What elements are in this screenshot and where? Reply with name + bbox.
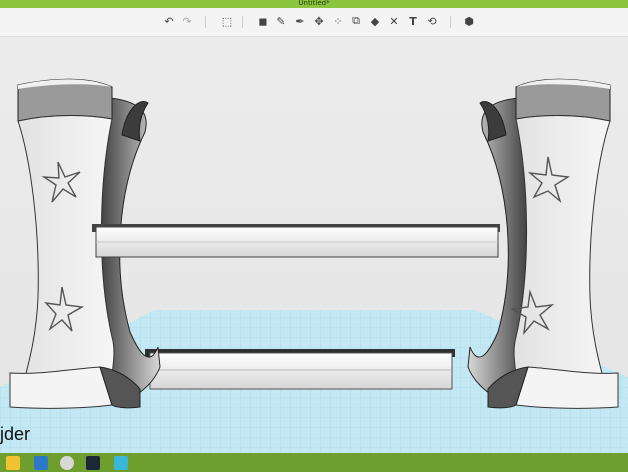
material-icon[interactable]: ⬢ xyxy=(462,14,476,28)
measure-icon[interactable]: ⟲ xyxy=(425,14,439,28)
combine-icon[interactable]: ◆ xyxy=(368,14,382,28)
delete-icon[interactable]: ✕ xyxy=(387,14,401,28)
steam-icon[interactable] xyxy=(86,456,100,470)
ie-icon[interactable] xyxy=(34,456,48,470)
toolbar-separator xyxy=(242,16,243,28)
primitives-icon[interactable]: ◼ xyxy=(256,14,270,28)
close-button[interactable] xyxy=(619,0,628,8)
3d-viewport[interactable] xyxy=(0,37,628,453)
scene xyxy=(0,78,628,453)
toolbar: ↶ ↷ ⬚ ◼ ✎ ✒ ✥ ⁘ ⧉ ◆ ✕ T ⟲ ⬢ xyxy=(0,8,628,37)
explorer-icon[interactable] xyxy=(6,456,20,470)
construct-icon[interactable]: ✒ xyxy=(293,14,307,28)
overlay-text: jder xyxy=(0,424,31,444)
text-icon[interactable]: T xyxy=(406,14,420,28)
redo-icon[interactable]: ↷ xyxy=(180,14,194,28)
chrome-icon[interactable] xyxy=(60,456,74,470)
toolbar-separator xyxy=(450,16,451,28)
modify-icon[interactable]: ✥ xyxy=(312,14,326,28)
title-bar: Untitled* xyxy=(0,0,628,8)
window-title: Untitled* xyxy=(298,0,330,7)
pattern-icon[interactable]: ⁘ xyxy=(331,14,345,28)
toolbar-separator xyxy=(205,16,206,28)
maximize-button[interactable] xyxy=(609,0,618,8)
sketch-icon[interactable]: ✎ xyxy=(274,14,288,28)
minimize-button[interactable] xyxy=(599,0,608,8)
undo-icon[interactable]: ↶ xyxy=(162,14,176,28)
taskbar xyxy=(0,453,628,472)
import-icon[interactable]: ⬚ xyxy=(220,14,234,28)
group-icon[interactable]: ⧉ xyxy=(349,14,363,28)
bottom-rail xyxy=(149,352,453,390)
app-icon[interactable] xyxy=(114,456,128,470)
